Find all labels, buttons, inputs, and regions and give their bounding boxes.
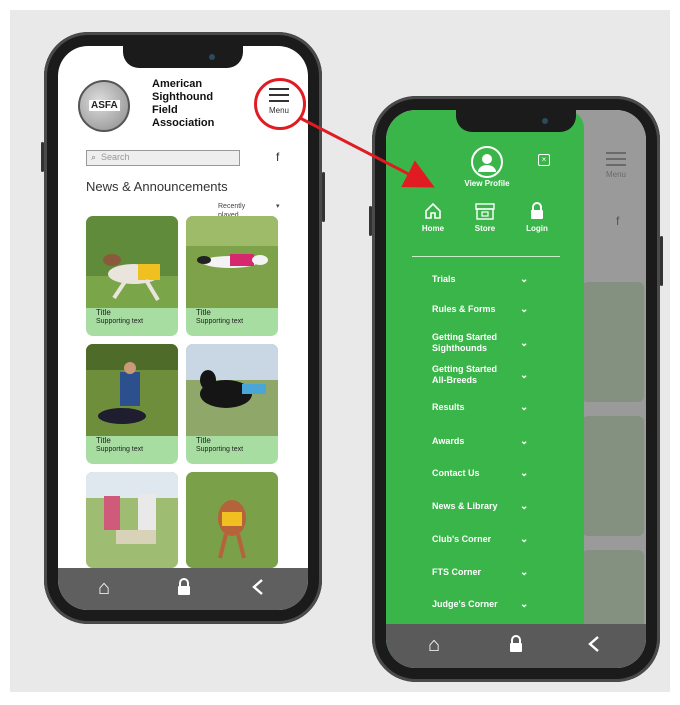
- notch: [456, 110, 576, 132]
- notch: [123, 46, 243, 68]
- annotation-arrow: [299, 116, 435, 188]
